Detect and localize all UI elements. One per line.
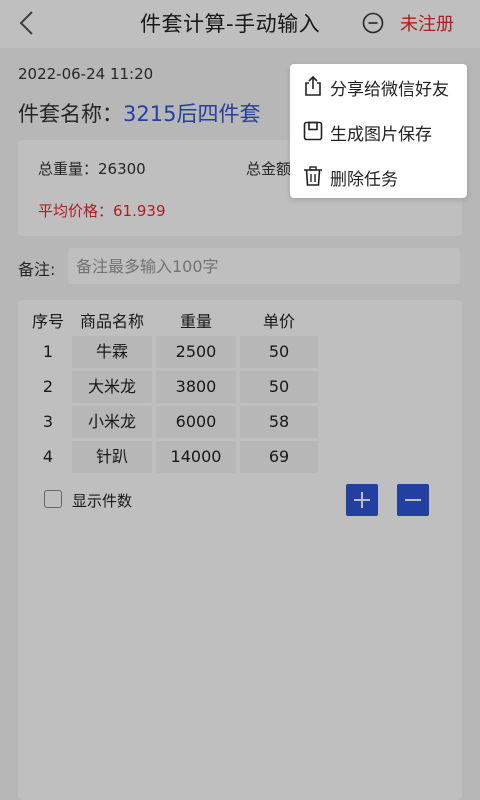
- menu-item-save-image[interactable]: 生成图片保存: [290, 109, 467, 153]
- menu-item-label: 生成图片保存: [330, 125, 432, 145]
- menu-item-label: 分享给微信好友: [330, 80, 449, 100]
- trash-icon: [304, 166, 322, 186]
- save-icon: [303, 121, 323, 141]
- share-icon: [305, 75, 321, 96]
- popup-menu: 分享给微信好友 生成图片保存 删除任务: [290, 64, 467, 198]
- menu-item-share[interactable]: 分享给微信好友: [290, 64, 467, 108]
- menu-item-label: 删除任务: [330, 170, 398, 190]
- menu-item-delete[interactable]: 删除任务: [290, 154, 467, 198]
